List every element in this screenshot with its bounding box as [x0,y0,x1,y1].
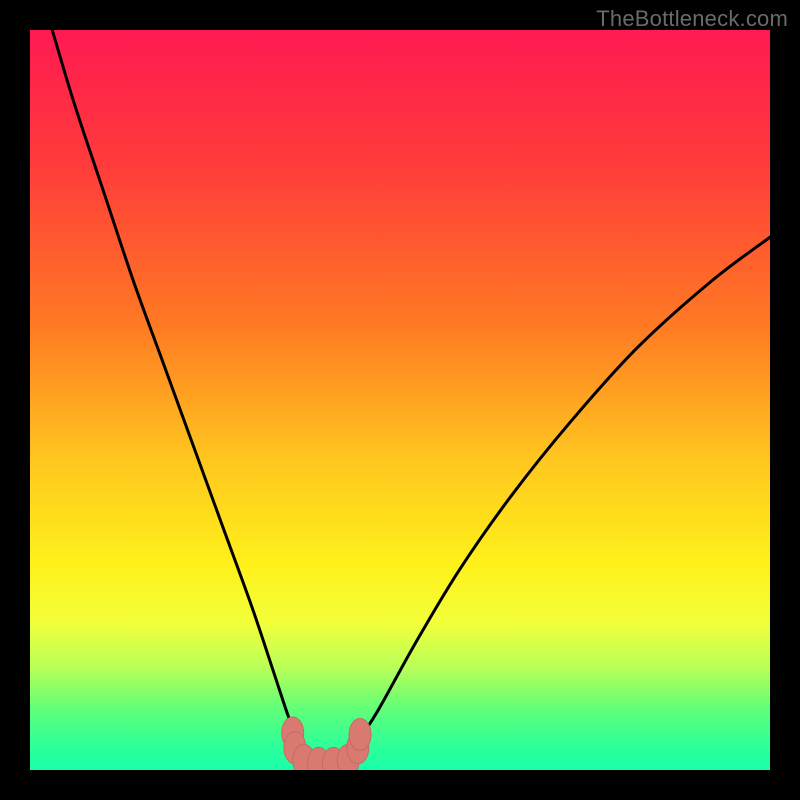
chart-frame: TheBottleneck.com [0,0,800,800]
watermark-text: TheBottleneck.com [596,6,788,32]
plot-area [30,30,770,770]
bottleneck-chart [30,30,770,770]
marker-dot [349,718,371,750]
gradient-background [30,30,770,770]
